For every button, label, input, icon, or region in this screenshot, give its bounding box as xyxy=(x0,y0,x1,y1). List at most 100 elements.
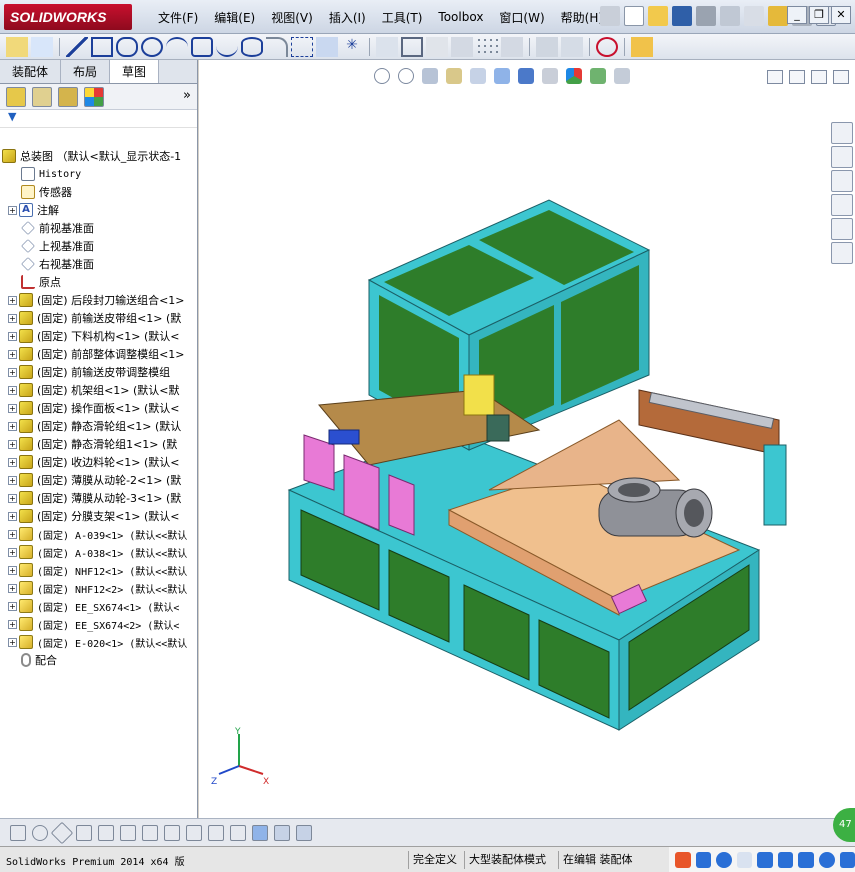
close-button[interactable]: ✕ xyxy=(831,6,851,24)
display-manager-icon[interactable] xyxy=(84,86,104,107)
punctuation-icon[interactable] xyxy=(736,852,753,868)
user-icon[interactable] xyxy=(818,852,835,868)
expand-plus-icon[interactable]: + xyxy=(8,637,17,647)
fillet-icon[interactable] xyxy=(266,36,288,57)
expand-plus-icon[interactable]: + xyxy=(8,529,17,539)
tree-item[interactable]: + (固定) 前输送皮带调整模组 xyxy=(0,363,198,381)
expand-plus-icon[interactable]: + xyxy=(8,475,17,485)
select-arrow-icon[interactable] xyxy=(744,6,764,26)
tree-item[interactable]: + (固定) A-038<1> (默认<<默认 xyxy=(0,543,198,561)
convert-entities-icon[interactable] xyxy=(401,36,423,57)
display-relations-icon[interactable] xyxy=(536,36,558,57)
expand-plus-icon[interactable]: + xyxy=(8,205,17,215)
status-large-assembly-mode[interactable]: 大型装配体模式 xyxy=(464,851,550,869)
menu-file[interactable]: 文件(F) xyxy=(150,9,206,26)
more-chevron-icon[interactable]: » xyxy=(183,88,191,103)
display-style-icon[interactable] xyxy=(518,68,534,84)
tree-item[interactable]: + (固定) 前输送皮带组<1> (默 xyxy=(0,309,198,327)
ellipse-icon[interactable] xyxy=(241,36,263,57)
tree-item[interactable]: History xyxy=(0,165,198,183)
rectangle-icon[interactable] xyxy=(91,36,113,57)
tree-item[interactable]: + (固定) 操作面板<1> (默认< xyxy=(0,399,198,417)
sketch-grid-icon[interactable] xyxy=(230,824,246,841)
view-orientation-icon[interactable] xyxy=(494,68,510,84)
tree-item[interactable]: + (固定) 分膜支架<1> (默认< xyxy=(0,507,198,525)
expand-plus-icon[interactable]: + xyxy=(8,457,17,467)
point-icon[interactable]: ✳ xyxy=(341,37,363,57)
parallel-icon[interactable] xyxy=(142,824,158,841)
linear-pattern-icon[interactable] xyxy=(476,36,498,57)
dynamic-annotation-icon[interactable] xyxy=(470,68,486,84)
repair-sketch-icon[interactable] xyxy=(561,36,583,57)
menu-toolbox[interactable]: Toolbox xyxy=(430,10,491,24)
expand-plus-icon[interactable]: + xyxy=(8,565,17,575)
menu-view[interactable]: 视图(V) xyxy=(263,9,321,26)
tree-item[interactable]: + (固定) NHF12<1> (默认<<默认 xyxy=(0,561,198,579)
new-document-icon[interactable] xyxy=(624,6,644,26)
microphone-icon[interactable] xyxy=(757,852,773,868)
split-view-button[interactable] xyxy=(767,70,783,84)
tree-item[interactable]: + (固定) 下料机构<1> (默认< xyxy=(0,327,198,345)
offset-entities-icon[interactable] xyxy=(426,36,448,57)
rebuild-icon[interactable] xyxy=(768,6,788,26)
expand-plus-icon[interactable]: + xyxy=(8,313,17,323)
expand-plus-icon[interactable]: + xyxy=(8,439,17,449)
apply-scene-icon[interactable] xyxy=(590,68,606,84)
tree-item[interactable]: + (固定) EE_SX674<2> (默认< xyxy=(0,615,198,633)
expand-plus-icon[interactable]: + xyxy=(8,385,17,395)
expand-plus-icon[interactable]: + xyxy=(8,619,17,629)
tree-item[interactable]: + (固定) 前部整体调整模组<1> xyxy=(0,345,198,363)
vertical-icon[interactable] xyxy=(186,824,202,841)
expand-plus-icon[interactable]: + xyxy=(8,493,17,503)
tree-item[interactable]: 传感器 xyxy=(0,183,198,201)
feature-manager-icon[interactable] xyxy=(6,86,26,107)
minimize-button[interactable]: _ xyxy=(787,6,807,24)
point-icon[interactable] xyxy=(10,824,26,841)
normal-to-icon[interactable] xyxy=(274,824,290,841)
expand-plus-icon[interactable]: + xyxy=(8,367,17,377)
tree-item[interactable]: + (固定) 薄膜从动轮-3<1> (默 xyxy=(0,489,198,507)
move-entities-icon[interactable] xyxy=(501,36,523,57)
edit-appearance-icon[interactable] xyxy=(566,68,582,84)
sogou-s-icon[interactable] xyxy=(675,852,691,868)
tree-item[interactable]: + (固定) A-039<1> (默认<<默认 xyxy=(0,525,198,543)
graphics-area[interactable]: Y X Z xyxy=(199,60,855,818)
expand-plus-icon[interactable]: + xyxy=(8,403,17,413)
tangent-icon[interactable] xyxy=(98,824,114,841)
viewport-close-button[interactable] xyxy=(833,70,849,84)
grid-icon[interactable] xyxy=(208,824,224,841)
tree-item[interactable]: + (固定) 收边料轮<1> (默认< xyxy=(0,453,198,471)
design-library-icon[interactable] xyxy=(831,146,853,168)
tree-item[interactable]: + (固定) 静态滑轮组1<1> (默 xyxy=(0,435,198,453)
open-folder-icon[interactable] xyxy=(648,6,668,26)
pushpin-icon[interactable] xyxy=(600,6,620,26)
hide-show-items-icon[interactable] xyxy=(542,68,558,84)
plane-icon[interactable] xyxy=(291,36,313,57)
restore-button[interactable]: ❐ xyxy=(809,6,829,24)
tree-item[interactable]: + (固定) 静态滑轮组<1> (默认 xyxy=(0,417,198,435)
print-icon[interactable] xyxy=(696,6,716,26)
tree-item[interactable]: + (固定) NHF12<2> (默认<<默认 xyxy=(0,579,198,597)
filter-funnel-icon[interactable]: ▼ xyxy=(0,110,197,128)
resources-home-icon[interactable] xyxy=(831,122,853,144)
intersection-icon[interactable] xyxy=(76,824,92,841)
sketch-icon[interactable] xyxy=(6,36,28,57)
viewport-minimize-button[interactable] xyxy=(789,70,805,84)
tree-root[interactable]: 总装图 （默认<默认_显示状态-1 xyxy=(0,147,198,165)
undo-icon[interactable] xyxy=(720,6,740,26)
menu-insert[interactable]: 插入(I) xyxy=(321,9,374,26)
perpendicular-icon[interactable] xyxy=(120,824,136,841)
tree-item[interactable]: + A 注解 xyxy=(0,201,198,219)
midpoint-icon[interactable] xyxy=(50,821,74,844)
view-settings-icon[interactable] xyxy=(614,68,630,84)
zoom-area-icon[interactable] xyxy=(398,68,414,84)
save-icon[interactable] xyxy=(672,6,692,26)
table-view-icon[interactable] xyxy=(296,824,312,841)
assembly-model[interactable] xyxy=(239,190,799,750)
smart-dimension-icon[interactable] xyxy=(31,36,53,57)
previous-view-icon[interactable] xyxy=(422,68,438,84)
text-icon[interactable] xyxy=(316,36,338,57)
expand-plus-icon[interactable]: + xyxy=(8,349,17,359)
tree-item[interactable]: 上视基准面 xyxy=(0,237,198,255)
ime-mode-icon[interactable] xyxy=(695,852,712,868)
